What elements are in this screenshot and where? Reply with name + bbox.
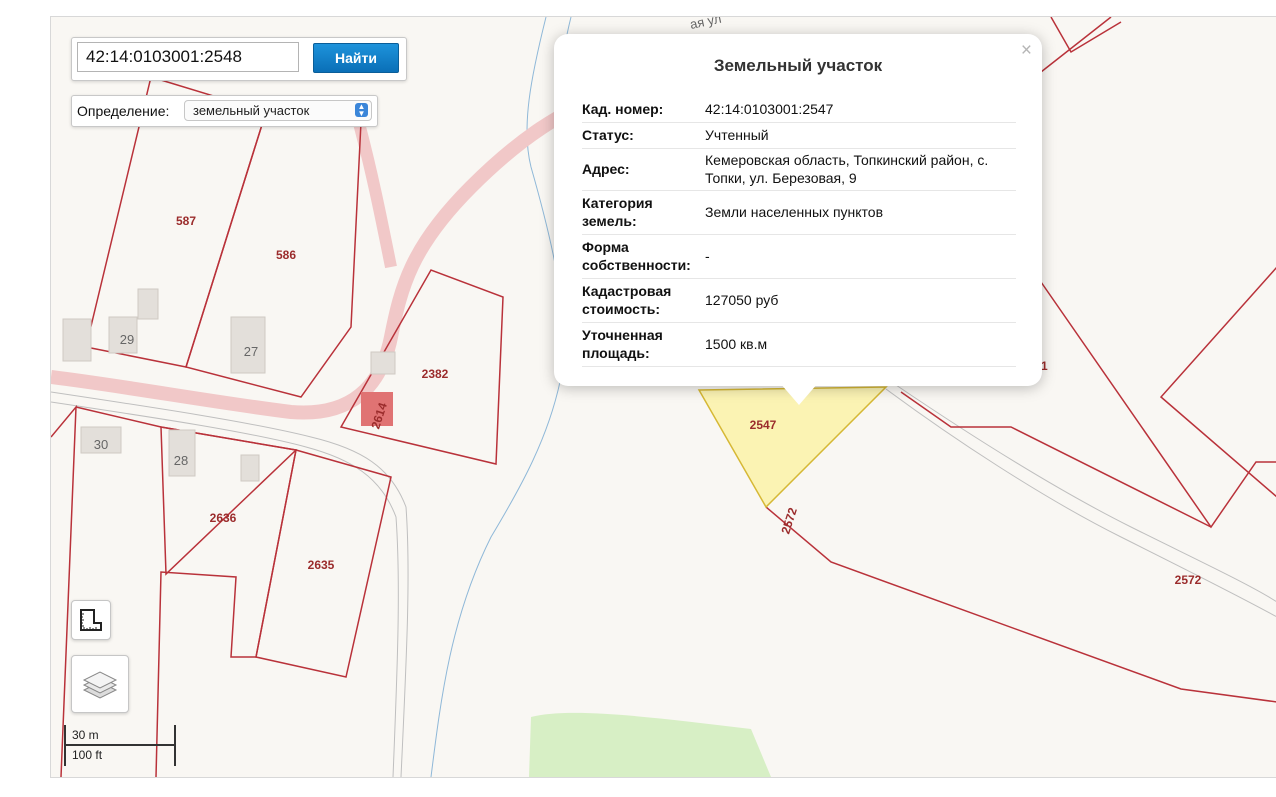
info-row: Адрес: Кемеровская область, Топкинский ра…	[582, 148, 1016, 191]
parcel-number-label: 2382	[422, 367, 449, 381]
popup-title: Земельный участок	[713, 56, 883, 75]
definition-selected-value: земельный участок	[193, 103, 310, 118]
building-number-label: 28	[174, 453, 188, 468]
info-row: Форма собственности: -	[582, 234, 1016, 279]
info-value: Земли населенных пунктов	[705, 190, 1016, 235]
select-arrows-icon: ▲ ▼	[355, 103, 368, 118]
info-key: Уточненная площадь:	[582, 322, 705, 367]
cadastral-search-input[interactable]	[77, 42, 299, 72]
info-row: Категория земель: Земли населенных пункто…	[582, 190, 1016, 235]
parcel-number-label: 2547	[750, 418, 777, 432]
parcel-number-label: 2635	[308, 558, 335, 572]
building	[240, 454, 260, 482]
parcel-top-right-2	[1040, 17, 1112, 73]
definition-label: Определение:	[77, 103, 170, 119]
parcel-2547-selected[interactable]	[697, 386, 888, 509]
parcel-right-a	[1040, 281, 1276, 529]
parcel-left	[51, 404, 77, 777]
scale-imperial: 100 ft	[64, 746, 176, 766]
info-key: Кад. номер:	[582, 96, 705, 123]
map-canvas[interactable]: 5875862382261426362635254725722572612927…	[50, 16, 1276, 778]
info-key: Адрес:	[582, 148, 705, 191]
info-key: Категория земель:	[582, 190, 705, 235]
info-key: Кадастровая стоимость:	[582, 278, 705, 323]
parcel-number-label: 586	[276, 248, 296, 262]
parcel-info-popup: × Земельный участок Кад. номер: 42:14:010…	[554, 34, 1042, 405]
info-row: Статус: Учтенный	[582, 122, 1016, 149]
street-name-label: ая ул	[689, 17, 723, 32]
info-row: Кадастровая стоимость: 127050 руб	[582, 278, 1016, 323]
green-area	[529, 712, 771, 777]
popup-tail	[780, 383, 818, 405]
info-value: -	[705, 234, 1016, 279]
parcel-number-label: 2572	[778, 506, 800, 536]
info-key: Форма собственности:	[582, 234, 705, 279]
info-value: Учтенный	[705, 122, 1016, 149]
layers-button[interactable]	[71, 655, 129, 713]
building	[137, 288, 159, 320]
building-number-label: 30	[94, 437, 108, 452]
info-value: 42:14:0103001:2547	[705, 96, 1016, 123]
info-row: Кад. номер: 42:14:0103001:2547	[582, 96, 1016, 123]
info-value: Кемеровская область, Топкинский район, с…	[705, 148, 1016, 191]
info-value: 1500 кв.м	[705, 322, 1016, 367]
search-panel: Найти	[71, 37, 407, 81]
building-number-label: 27	[244, 344, 258, 359]
info-key: Статус:	[582, 122, 705, 149]
definition-panel: Определение: земельный участок ▲ ▼	[71, 95, 378, 127]
road	[350, 110, 397, 269]
info-value: 127050 руб	[705, 278, 1016, 323]
ruler-tool-button[interactable]	[71, 600, 111, 640]
road	[51, 85, 614, 420]
find-button[interactable]: Найти	[313, 43, 399, 73]
scale-metric: 30 m	[64, 725, 176, 746]
parcel-number-label: 587	[176, 214, 196, 228]
parcel-number-label: 2636	[210, 511, 237, 525]
road-edge	[895, 384, 1276, 602]
building	[62, 318, 92, 362]
road-edge	[51, 401, 399, 777]
parcel-number-label: 2572	[1175, 573, 1202, 587]
parcel-top-right	[1050, 17, 1122, 54]
ruler-icon	[80, 609, 102, 631]
parcel-info-table: Кад. номер: 42:14:0103001:2547 Статус: Учте…	[582, 96, 1016, 367]
layers-icon	[82, 671, 118, 699]
building-number-label: 29	[120, 332, 134, 347]
info-row: Уточненная площадь: 1500 кв.м	[582, 322, 1016, 367]
definition-select[interactable]: земельный участок ▲ ▼	[184, 100, 372, 121]
parcel-586	[185, 111, 362, 398]
parcel-2572	[765, 506, 1276, 703]
building	[370, 351, 396, 375]
